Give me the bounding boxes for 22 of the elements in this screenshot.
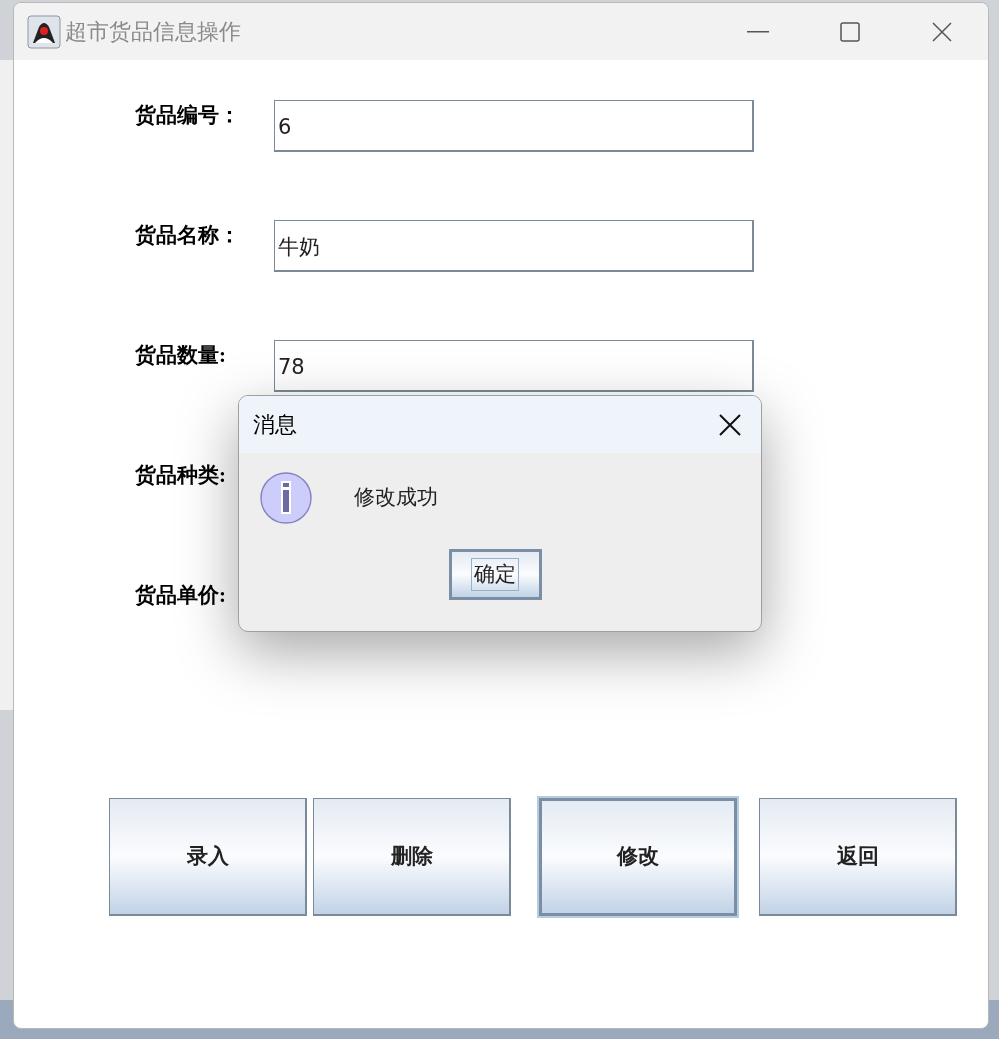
info-icon [260, 471, 314, 525]
minimize-icon [747, 30, 769, 33]
close-icon[interactable] [719, 413, 741, 436]
action-button[interactable]: 录入 [109, 798, 307, 916]
input-field[interactable]: 6 [274, 100, 754, 152]
action-button[interactable]: 修改 [539, 798, 737, 916]
input-field[interactable]: 78 [274, 340, 754, 392]
action-button[interactable]: 删除 [313, 798, 511, 916]
field-label: 货品单价: [135, 582, 227, 609]
input-field[interactable]: 牛奶 [274, 220, 754, 272]
window-title: 超市货品信息操作 [65, 18, 241, 46]
field-label: 货品名称： [135, 222, 241, 249]
dialog-title: 消息 [253, 411, 297, 439]
ok-button[interactable]: 确定 [448, 549, 542, 600]
maximize-icon [840, 21, 860, 42]
app-icon [27, 14, 61, 49]
field-label: 货品编号： [135, 102, 241, 129]
field-label: 货品种类: [135, 462, 227, 489]
dialog-message: 修改成功 [354, 484, 438, 512]
action-button[interactable]: 返回 [759, 798, 957, 916]
close-icon [932, 21, 952, 42]
field-label: 货品数量: [135, 342, 227, 369]
